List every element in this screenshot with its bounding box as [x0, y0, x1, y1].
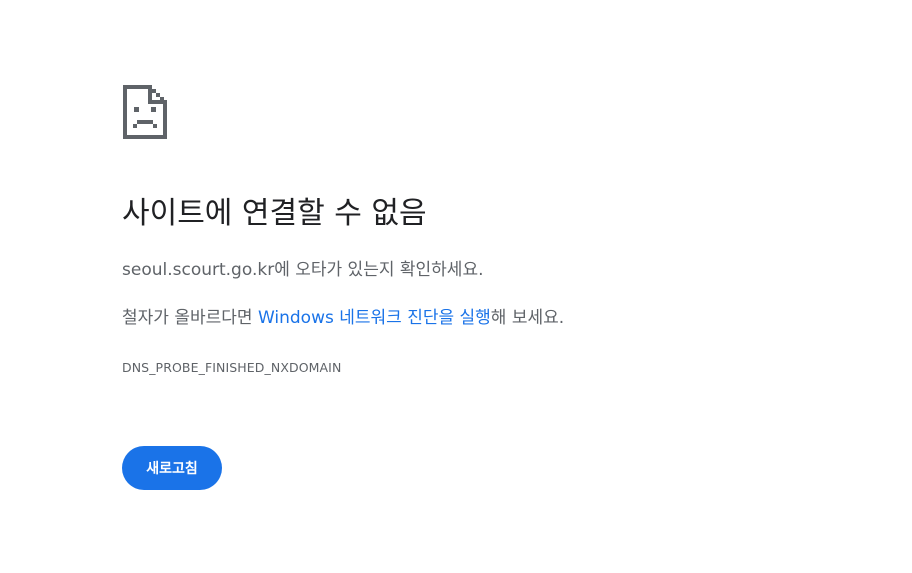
page-title: 사이트에 연결할 수 없음: [122, 196, 427, 231]
typo-suggestion: seoul.scourt.go.kr에 오타가 있는지 확인하세요.: [122, 258, 483, 282]
diagnose-prefix: 철자가 올바르다면: [122, 308, 258, 328]
typo-suggestion-text: 에 오타가 있는지 확인하세요.: [274, 260, 484, 280]
sad-page-icon: [122, 84, 168, 140]
domain-name: seoul.scourt.go.kr: [122, 260, 275, 280]
diagnose-suggestion: 철자가 올바르다면 Windows 네트워크 진단을 실행해 보세요.: [122, 306, 564, 330]
reload-button[interactable]: 새로고침: [122, 446, 222, 490]
error-page: 사이트에 연결할 수 없음 seoul.scourt.go.kr에 오타가 있는…: [0, 0, 912, 573]
network-diagnostics-link[interactable]: Windows 네트워크 진단을 실행: [258, 308, 491, 328]
diagnose-suffix: 해 보세요.: [490, 308, 565, 328]
error-code: DNS_PROBE_FINISHED_NXDOMAIN: [122, 360, 342, 375]
